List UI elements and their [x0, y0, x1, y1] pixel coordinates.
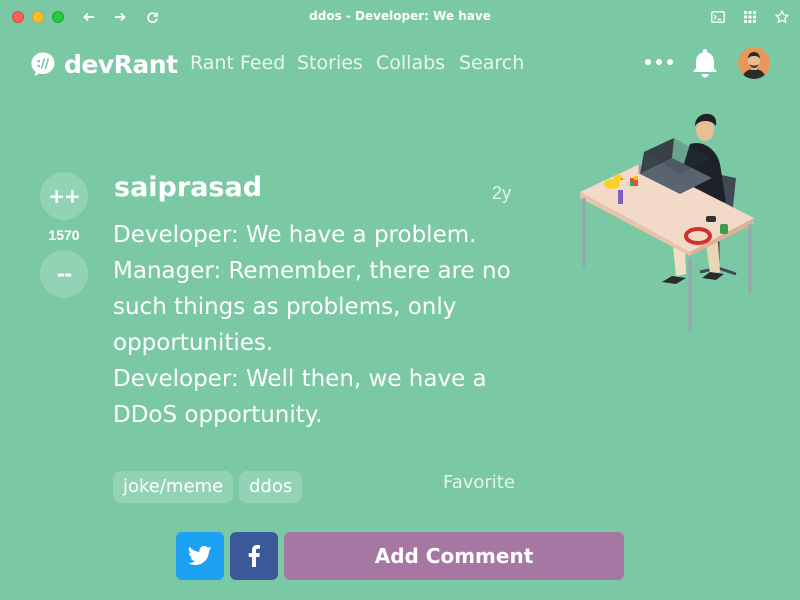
more-options-icon[interactable]	[644, 56, 674, 68]
favorite-button[interactable]: Favorite	[443, 472, 515, 493]
share-twitter-button[interactable]	[176, 532, 224, 580]
nav-search[interactable]: Search	[459, 52, 524, 74]
logo-text: devRant	[64, 49, 178, 79]
bookmark-star-icon[interactable]	[774, 9, 790, 25]
rant-body: Developer: We have a problem. Manager: R…	[113, 222, 511, 428]
window-titlebar: ddos - Developer: We have	[0, 0, 800, 34]
user-avatar[interactable]	[738, 47, 770, 79]
rant-age: 2y	[492, 183, 512, 203]
terminal-icon[interactable]	[710, 9, 726, 25]
notifications-bell-icon[interactable]	[690, 47, 720, 79]
nav-rant-feed[interactable]: Rant Feed	[190, 52, 285, 74]
twitter-icon	[188, 546, 212, 565]
downvote-button[interactable]: --	[40, 250, 88, 298]
tag-ddos[interactable]: ddos	[239, 471, 303, 503]
nav-stories[interactable]: Stories	[297, 52, 363, 74]
devrant-logo[interactable]: devRant	[30, 49, 178, 79]
rant-username[interactable]: saiprasad	[114, 172, 262, 203]
add-comment-button[interactable]: Add Comment	[284, 532, 624, 580]
apps-grid-icon[interactable]	[742, 9, 758, 25]
devrant-logo-icon	[31, 52, 55, 76]
share-facebook-button[interactable]	[230, 532, 278, 580]
upvote-button[interactable]: ++	[40, 172, 88, 220]
window-title: ddos - Developer: We have	[309, 9, 491, 23]
tag-joke-meme[interactable]: joke/meme	[113, 471, 234, 503]
top-nav: devRant Rant Feed Stories Collabs Search	[0, 34, 800, 94]
rant-score: 1570	[48, 227, 80, 243]
nav-collabs[interactable]: Collabs	[376, 52, 445, 74]
facebook-icon	[248, 545, 260, 567]
developer-at-desk-illustration	[580, 113, 754, 332]
